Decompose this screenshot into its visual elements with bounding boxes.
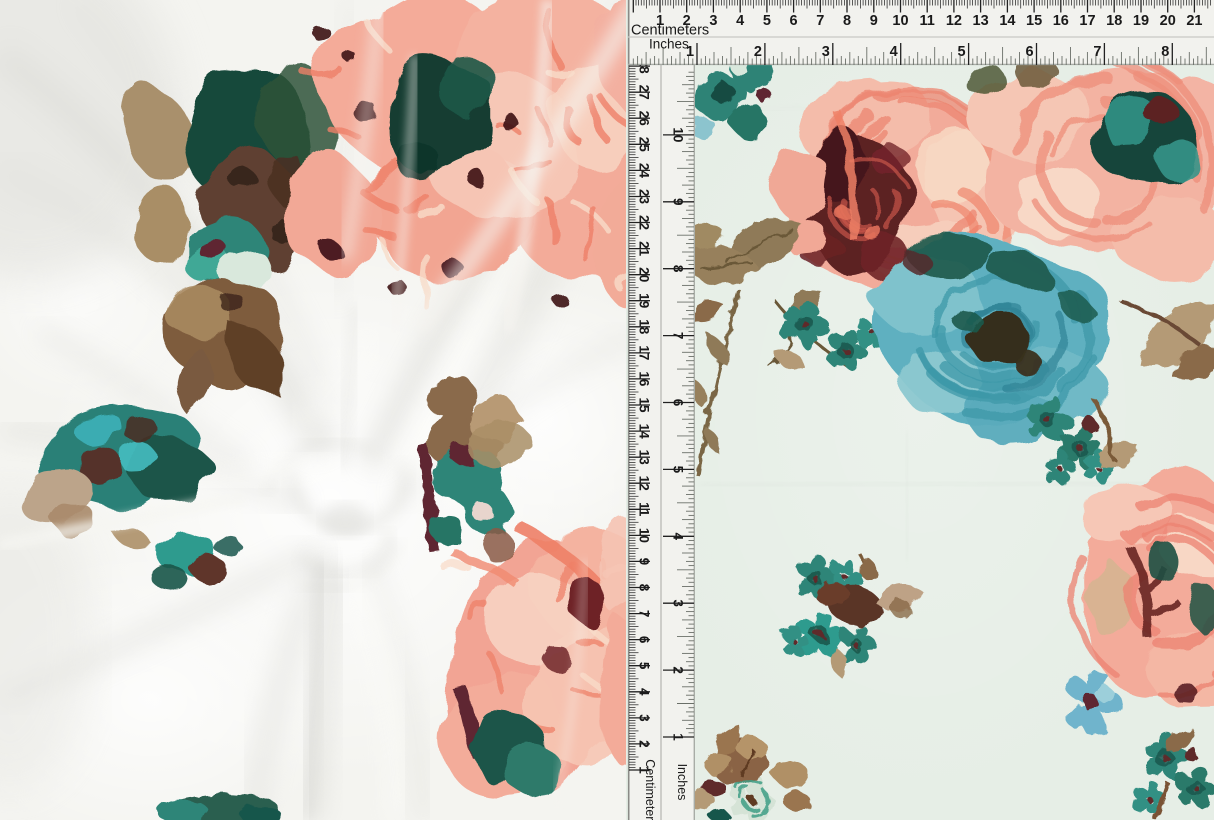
svg-text:Centimeters: Centimeters bbox=[643, 759, 657, 820]
svg-text:5: 5 bbox=[636, 662, 651, 670]
svg-text:26: 26 bbox=[636, 111, 651, 127]
svg-text:15: 15 bbox=[636, 397, 651, 413]
svg-text:16: 16 bbox=[636, 371, 651, 387]
svg-text:1: 1 bbox=[670, 733, 685, 741]
svg-text:10: 10 bbox=[892, 13, 908, 29]
svg-text:4: 4 bbox=[636, 688, 651, 696]
svg-text:7: 7 bbox=[1093, 44, 1101, 60]
svg-text:21: 21 bbox=[636, 241, 651, 257]
svg-text:6: 6 bbox=[636, 636, 651, 644]
svg-text:9: 9 bbox=[870, 13, 878, 29]
svg-text:5: 5 bbox=[958, 44, 966, 60]
svg-text:5: 5 bbox=[670, 466, 685, 474]
svg-text:21: 21 bbox=[1186, 13, 1202, 29]
svg-text:20: 20 bbox=[636, 267, 651, 282]
svg-text:27: 27 bbox=[636, 85, 651, 100]
svg-text:4: 4 bbox=[670, 533, 685, 541]
svg-text:12: 12 bbox=[946, 13, 962, 29]
svg-text:14: 14 bbox=[999, 13, 1015, 29]
svg-text:9: 9 bbox=[636, 558, 651, 566]
svg-text:Inches: Inches bbox=[649, 37, 689, 52]
svg-text:2: 2 bbox=[670, 666, 685, 674]
svg-text:24: 24 bbox=[636, 163, 651, 179]
svg-text:3: 3 bbox=[670, 599, 685, 607]
svg-text:10: 10 bbox=[636, 528, 651, 543]
svg-text:19: 19 bbox=[1133, 13, 1149, 29]
svg-text:3: 3 bbox=[636, 714, 651, 722]
svg-text:18: 18 bbox=[1106, 13, 1122, 29]
svg-text:12: 12 bbox=[636, 476, 651, 491]
svg-text:18: 18 bbox=[636, 319, 651, 335]
svg-text:14: 14 bbox=[636, 424, 651, 440]
svg-text:17: 17 bbox=[636, 345, 651, 360]
svg-text:8: 8 bbox=[636, 584, 651, 592]
svg-text:20: 20 bbox=[1160, 13, 1176, 29]
svg-text:19: 19 bbox=[636, 293, 651, 308]
svg-text:7: 7 bbox=[636, 610, 651, 618]
svg-text:25: 25 bbox=[636, 137, 651, 153]
svg-text:22: 22 bbox=[636, 215, 651, 230]
svg-text:2: 2 bbox=[754, 44, 762, 60]
svg-text:6: 6 bbox=[670, 399, 685, 407]
svg-text:23: 23 bbox=[636, 189, 651, 205]
svg-text:8: 8 bbox=[843, 13, 851, 29]
svg-text:9: 9 bbox=[670, 198, 685, 206]
svg-text:Inches: Inches bbox=[675, 764, 689, 801]
svg-text:11: 11 bbox=[920, 13, 935, 29]
svg-text:6: 6 bbox=[1025, 44, 1033, 60]
svg-text:8: 8 bbox=[670, 265, 685, 273]
svg-text:4: 4 bbox=[890, 44, 898, 60]
svg-text:10: 10 bbox=[670, 127, 685, 142]
svg-text:3: 3 bbox=[709, 13, 717, 29]
svg-text:4: 4 bbox=[736, 13, 744, 29]
svg-text:7: 7 bbox=[670, 332, 685, 340]
svg-text:6: 6 bbox=[790, 13, 798, 29]
svg-text:13: 13 bbox=[973, 13, 989, 29]
svg-text:8: 8 bbox=[1161, 44, 1169, 60]
svg-text:17: 17 bbox=[1079, 13, 1095, 29]
svg-text:7: 7 bbox=[816, 13, 824, 29]
svg-text:11: 11 bbox=[636, 502, 651, 517]
svg-text:13: 13 bbox=[636, 450, 651, 466]
svg-text:5: 5 bbox=[763, 13, 771, 29]
svg-text:3: 3 bbox=[822, 44, 830, 60]
svg-text:15: 15 bbox=[1026, 13, 1042, 29]
svg-text:16: 16 bbox=[1053, 13, 1069, 29]
svg-text:2: 2 bbox=[636, 740, 651, 748]
